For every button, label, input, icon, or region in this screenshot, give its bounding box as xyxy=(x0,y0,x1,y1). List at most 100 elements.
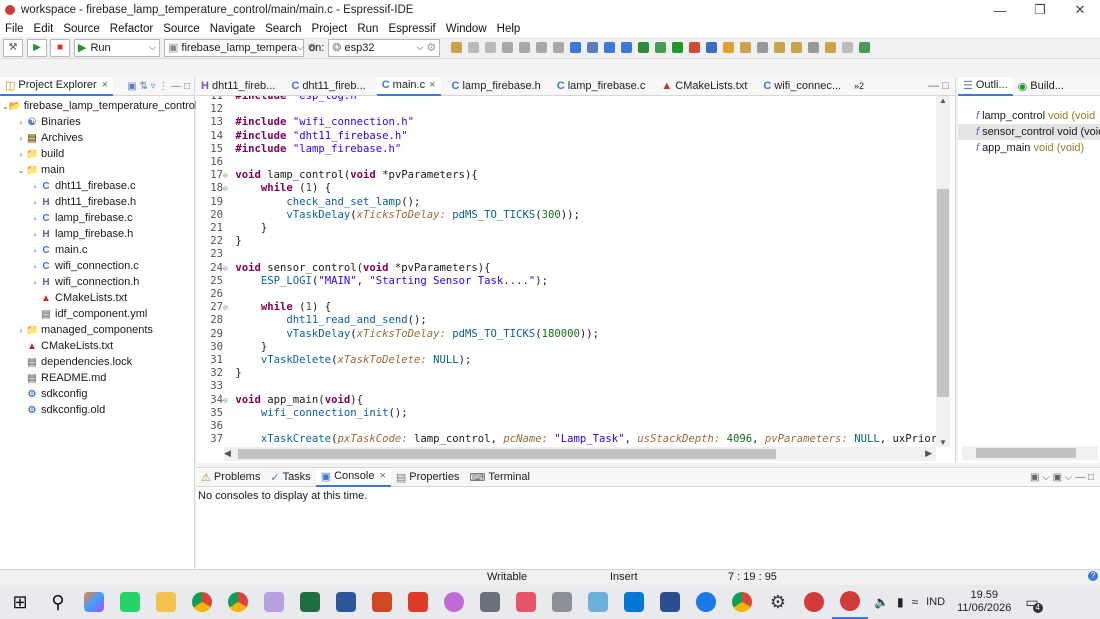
tab-project-explorer[interactable]: ◫ Project Explorer × xyxy=(0,76,114,96)
outline-hscroll-thumb[interactable] xyxy=(976,448,1076,458)
menu-run[interactable]: Run xyxy=(352,23,383,35)
menu-file[interactable]: File xyxy=(0,23,29,35)
tree-item[interactable]: › ☯ Binaries xyxy=(0,114,194,130)
menu-navigate[interactable]: Navigate xyxy=(205,23,260,35)
restore-button[interactable]: ❐ xyxy=(1020,0,1060,20)
fold-toggle-icon[interactable]: ⊖ xyxy=(223,169,229,182)
code-line[interactable]: 26 xyxy=(200,288,936,301)
code-line[interactable]: 27⊖ while (1) { xyxy=(200,301,936,314)
tree-item[interactable]: ⚙ sdkconfig.old xyxy=(0,402,194,418)
editor-vscroll-thumb[interactable] xyxy=(937,189,949,397)
menu-edit[interactable]: Edit xyxy=(29,23,59,35)
word-icon[interactable] xyxy=(328,585,364,619)
launch-mode-combo[interactable]: ▶ Run ⌵ xyxy=(74,38,160,57)
editor-window-controls[interactable]: — □ xyxy=(928,80,955,92)
chevron-right-icon[interactable]: › xyxy=(30,262,40,271)
menu-project[interactable]: Project xyxy=(307,23,353,35)
editor-tab[interactable]: Cmain.c × xyxy=(376,76,441,96)
chevron-down-icon[interactable]: ⌄ xyxy=(16,166,26,175)
code-line[interactable]: 22 } xyxy=(200,235,936,248)
code-line[interactable]: 19 check_and_set_lamp(); xyxy=(200,196,936,209)
code-line[interactable]: 18⊖ while (1) { xyxy=(200,182,936,195)
settings-gear-icon[interactable]: ⚙ xyxy=(760,585,796,619)
menu-source[interactable]: Source xyxy=(58,23,104,35)
menu-help[interactable]: Help xyxy=(492,23,526,35)
code-line[interactable]: 12 xyxy=(200,103,936,116)
code-line[interactable]: 20 vTaskDelay(xTicksToDelay: pdMS_TO_TIC… xyxy=(200,209,936,222)
code-line[interactable]: 25 ESP_LOGI("MAIN", "Starting Sensor Tas… xyxy=(200,275,936,288)
build-button[interactable]: ⚒ xyxy=(3,38,23,57)
chevron-right-icon[interactable]: › xyxy=(16,326,26,335)
fold-toggle-icon[interactable]: ⊖ xyxy=(223,262,229,275)
tree-item[interactable]: › Clamp_firebase.c xyxy=(0,210,194,226)
editor-tab[interactable]: Clamp_firebase.c xyxy=(552,77,651,96)
editor-tab[interactable]: Hdht11_fireb... xyxy=(196,77,280,96)
espressif-ide-active-icon[interactable] xyxy=(832,585,868,619)
open-perspective-icon[interactable] xyxy=(706,42,718,53)
code-line[interactable]: 15 #include "lamp_firebase.h" xyxy=(200,143,936,156)
outline-item[interactable]: f lamp_control void (void xyxy=(958,108,1100,124)
editor-tab[interactable]: Cwifi_connec... xyxy=(758,77,846,96)
fold-toggle-icon[interactable]: ⊖ xyxy=(223,182,229,195)
outline-hscrollbar[interactable] xyxy=(962,446,1098,460)
chevron-right-icon[interactable]: › xyxy=(16,118,26,127)
language-indicator[interactable]: IND xyxy=(926,596,945,608)
flash-icon[interactable] xyxy=(587,42,599,53)
vscode-icon[interactable] xyxy=(616,585,652,619)
tree-item[interactable]: › Hdht11_firebase.h xyxy=(0,194,194,210)
powerpoint-icon[interactable] xyxy=(364,585,400,619)
print-icon[interactable] xyxy=(536,42,548,53)
chrome-active-icon[interactable] xyxy=(724,585,760,619)
save-icon[interactable] xyxy=(468,42,480,53)
fold-toggle-icon[interactable]: ⊖ xyxy=(223,394,229,407)
editor-tab[interactable]: Clamp_firebase.h xyxy=(447,77,546,96)
code-line[interactable]: 34⊖ void app_main(void){ xyxy=(200,394,936,407)
console-view-icons[interactable]: ▣ ⌵ ▣ ⌵ — □ xyxy=(1030,472,1100,483)
tree-item[interactable]: › 📁 build xyxy=(0,146,194,162)
tab-terminal[interactable]: ⌨ Terminal xyxy=(464,468,534,487)
debug-icon[interactable] xyxy=(519,42,531,53)
editor-tab[interactable]: Cdht11_fireb... xyxy=(286,77,370,96)
code-line[interactable]: 37 xTaskCreate(pxTaskCode: lamp_control,… xyxy=(200,433,936,446)
code-line[interactable]: 23 xyxy=(200,248,936,261)
camera-icon[interactable] xyxy=(472,585,508,619)
tree-item[interactable]: › 📁 managed_components xyxy=(0,322,194,338)
editor-tabs-overflow[interactable]: »2 xyxy=(854,81,864,91)
notification-icon[interactable]: ▭ 4 xyxy=(1025,594,1043,613)
tree-item[interactable]: ▲ CMakeLists.txt xyxy=(0,290,194,306)
tree-item[interactable]: › ▤ Archives xyxy=(0,130,194,146)
code-line[interactable]: 35 wifi_connection_init(); xyxy=(200,407,936,420)
tab-console[interactable]: ▣ Console × xyxy=(315,467,391,487)
code-line[interactable]: 28 dht11_read_and_send(); xyxy=(200,314,936,327)
code-line[interactable]: 32 } xyxy=(200,367,936,380)
whatsapp-icon[interactable] xyxy=(112,585,148,619)
editor-hscroll-thumb[interactable] xyxy=(238,449,776,459)
search-icon[interactable]: ⚲ xyxy=(40,585,76,619)
file-explorer-icon[interactable] xyxy=(148,585,184,619)
tree-item[interactable]: › Cwifi_connection.c xyxy=(0,258,194,274)
editor-horizontal-scrollbar[interactable]: ◀ ▶ xyxy=(224,447,936,461)
code-line[interactable]: 31 vTaskDelete(xTaskToDelete: NULL); xyxy=(200,354,936,367)
undo-icon[interactable] xyxy=(553,42,565,53)
fold-toggle-icon[interactable]: ⊖ xyxy=(223,301,229,314)
scroll-up-icon[interactable]: ▲ xyxy=(936,96,950,105)
code-line[interactable]: 33 xyxy=(200,380,936,393)
pilcrow-icon[interactable] xyxy=(757,42,769,53)
external-tools-icon[interactable] xyxy=(689,42,701,53)
chrome-icon[interactable] xyxy=(184,585,220,619)
scroll-right-icon[interactable]: ▶ xyxy=(925,448,932,459)
code-line[interactable]: 30 } xyxy=(200,341,936,354)
last-edit-icon[interactable] xyxy=(808,42,820,53)
maps-pin-icon[interactable] xyxy=(436,585,472,619)
close-button[interactable]: ✕ xyxy=(1060,0,1100,20)
annotation-icon[interactable] xyxy=(740,42,752,53)
chevron-right-icon[interactable]: › xyxy=(16,150,26,159)
tree-item[interactable]: › Hlamp_firebase.h xyxy=(0,226,194,242)
tab-problems[interactable]: ⚠ Problems xyxy=(196,468,265,487)
code-line[interactable]: 29 vTaskDelay(xTicksToDelay: pdMS_TO_TIC… xyxy=(200,328,936,341)
info-icon[interactable]: ? xyxy=(1088,571,1098,581)
tab-tasks[interactable]: ✓ Tasks xyxy=(265,468,315,487)
menu-window[interactable]: Window xyxy=(441,23,492,35)
tree-item[interactable]: › Hwifi_connection.h xyxy=(0,274,194,290)
tree-item[interactable]: › Cmain.c xyxy=(0,242,194,258)
